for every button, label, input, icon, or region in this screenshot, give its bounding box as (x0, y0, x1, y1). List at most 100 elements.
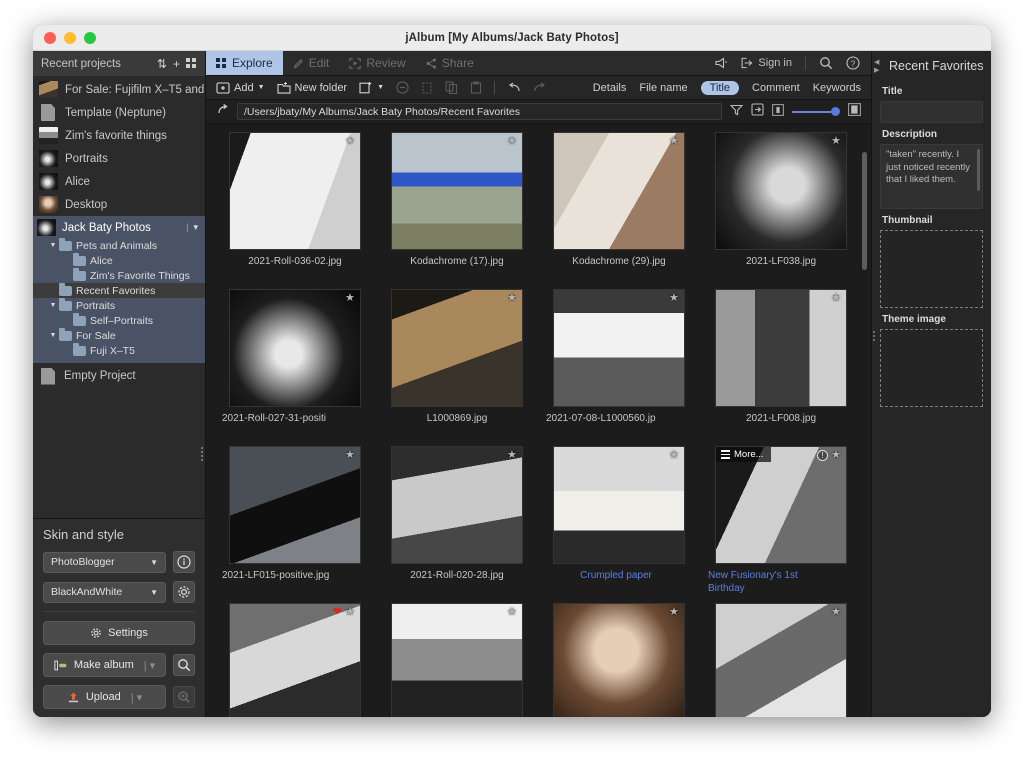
grid-item[interactable]: ★ Kodachrome (17).jpg (376, 128, 538, 285)
thumbnail-size-slider[interactable] (792, 107, 840, 116)
star-icon[interactable]: ★ (507, 136, 518, 147)
thumbnail-small-icon[interactable] (772, 103, 784, 121)
settings-button[interactable]: Settings (43, 621, 195, 645)
grid-item[interactable]: ★ 2021-LF015-positive.jpg (214, 442, 376, 599)
thumbnail[interactable]: ★ (229, 132, 361, 250)
thumbnail[interactable]: ★ (553, 132, 685, 250)
tree-item-alice[interactable]: Alice (33, 253, 205, 268)
view-option-details[interactable]: Details (593, 82, 627, 94)
thumbnail[interactable]: ★ (715, 603, 847, 717)
star-icon[interactable]: ★ (669, 293, 680, 304)
grid-item[interactable]: ★ 2021-LF008.jpg (700, 285, 862, 442)
upload-button[interactable]: Upload | ▾ (43, 685, 166, 709)
thumbnail-dropzone[interactable] (880, 230, 983, 308)
search-icon[interactable] (819, 56, 833, 70)
preview-online-button[interactable] (173, 686, 195, 708)
project-item-zims-favorite-things[interactable]: Zim's favorite things (33, 124, 205, 147)
tree-item-fuji-xt5[interactable]: Fuji X–T5 (33, 343, 205, 358)
slider-knob[interactable] (831, 107, 840, 116)
thumbnail-caption[interactable]: Crumpled paper (538, 569, 700, 582)
chevron-right-icon[interactable]: ▶ (874, 67, 879, 74)
more-badge[interactable]: More... (716, 447, 771, 462)
panel-resize-grip[interactable] (873, 331, 875, 341)
make-album-button[interactable]: Make album | ▾ (43, 653, 166, 677)
style-select[interactable]: BlackAndWhite ▼ (43, 582, 166, 603)
sign-in-button[interactable]: Sign in (741, 57, 792, 69)
tree-item-self-portraits[interactable]: Self–Portraits (33, 313, 205, 328)
view-option-file-name[interactable]: File name (639, 82, 687, 94)
thumbnail[interactable]: ★ (391, 132, 523, 250)
plus-icon[interactable]: + (173, 58, 180, 70)
preview-button[interactable] (173, 654, 195, 676)
info-icon[interactable]: ! (817, 450, 828, 461)
chevron-down-icon[interactable]: |▾ (186, 222, 198, 233)
grid-item[interactable]: ★ 2021-07-08-L1000560.jp (538, 285, 700, 442)
help-icon[interactable]: ? (846, 56, 860, 70)
star-icon[interactable]: ★ (345, 607, 356, 618)
grid-item[interactable]: ★ (700, 599, 862, 717)
grid-item[interactable]: More... ! ★ New Fusionary's 1st Birthday (700, 442, 862, 599)
disclosure-triangle-icon[interactable]: ▼ (47, 242, 59, 249)
export-button[interactable]: ▼ (359, 81, 384, 94)
grid-scrollbar-thumb[interactable] (862, 152, 867, 270)
remove-button[interactable] (396, 81, 409, 94)
grid-item[interactable]: ★ 2021-Roll-020-28.jpg (376, 442, 538, 599)
title-input[interactable] (880, 101, 983, 123)
star-icon[interactable]: ★ (831, 293, 842, 304)
tree-item-pets-and-animals[interactable]: ▼ Pets and Animals (33, 238, 205, 253)
star-icon[interactable]: ★ (345, 450, 356, 461)
path-input[interactable]: /Users/jbaty/My Albums/Jack Baty Photos/… (237, 103, 722, 120)
thumbnail-large-icon[interactable] (848, 103, 861, 121)
thumbnail[interactable]: ❤ ★ (229, 603, 361, 717)
star-icon[interactable]: ★ (345, 136, 356, 147)
heart-icon[interactable]: ❤ (333, 607, 342, 618)
panel-collapse-toggle[interactable]: ◀ ▶ (874, 59, 879, 74)
grid-item[interactable]: ★ (538, 599, 700, 717)
thumbnail[interactable]: ★ (553, 603, 685, 717)
undo-button[interactable] (507, 82, 521, 93)
star-icon[interactable]: ★ (669, 136, 680, 147)
grid-scrollbar-track[interactable] (864, 124, 869, 717)
star-icon[interactable]: ★ (669, 607, 680, 618)
tab-edit[interactable]: Edit (283, 51, 340, 75)
skin-select[interactable]: PhotoBlogger ▼ (43, 552, 166, 573)
grid-icon[interactable] (186, 58, 197, 69)
grid-item[interactable]: ★ Kodachrome (29).jpg (538, 128, 700, 285)
project-item-alice[interactable]: Alice (33, 170, 205, 193)
tab-explore[interactable]: Explore (206, 51, 283, 75)
thumbnail[interactable]: ★ (553, 446, 685, 564)
export-icon[interactable] (751, 103, 764, 121)
make-album-caret[interactable]: | ▾ (144, 659, 155, 672)
star-icon[interactable]: ★ (831, 607, 842, 618)
disclosure-triangle-icon[interactable]: ▼ (47, 332, 59, 339)
grid-item[interactable]: ★ 2021-LF038.jpg (700, 128, 862, 285)
star-icon[interactable]: ★ (507, 293, 518, 304)
style-settings-button[interactable] (173, 581, 195, 603)
paste-button[interactable] (470, 81, 482, 94)
grid-item[interactable]: ★ 2021-Roll-036-02.jpg (214, 128, 376, 285)
redo-button[interactable] (533, 82, 547, 93)
export-caret-icon[interactable]: ▼ (377, 84, 384, 91)
sort-icon[interactable]: ⇅ (157, 58, 167, 70)
tree-item-for-sale[interactable]: ▼ For Sale (33, 328, 205, 343)
tree-item-zims-favorite-things[interactable]: Zim's Favorite Things (33, 268, 205, 283)
cut-button[interactable] (421, 81, 433, 94)
star-icon[interactable]: ★ (669, 450, 680, 461)
grid-item[interactable]: ★ L1000869.jpg (376, 285, 538, 442)
tree-item-recent-favorites[interactable]: Recent Favorites (33, 283, 205, 298)
project-item-portraits[interactable]: Portraits (33, 147, 205, 170)
chevron-left-icon[interactable]: ◀ (874, 59, 879, 66)
project-item-template[interactable]: Template (Neptune) (33, 101, 205, 124)
star-icon[interactable]: ★ (507, 607, 518, 618)
description-textarea[interactable]: "taken" recently. I just noticed recentl… (880, 144, 983, 209)
project-item-empty-project[interactable]: Empty Project (33, 363, 205, 389)
add-button[interactable]: Add ▼ (216, 81, 265, 94)
star-icon[interactable]: ★ (831, 450, 842, 461)
go-up-icon[interactable] (216, 103, 229, 121)
thumbnail[interactable]: ★ (229, 446, 361, 564)
thumbnail[interactable]: ★ (391, 289, 523, 407)
tab-share[interactable]: Share (416, 51, 484, 75)
thumbnail[interactable]: More... ! ★ (715, 446, 847, 564)
upload-caret[interactable]: | ▾ (131, 691, 142, 704)
skin-info-button[interactable] (173, 551, 195, 573)
